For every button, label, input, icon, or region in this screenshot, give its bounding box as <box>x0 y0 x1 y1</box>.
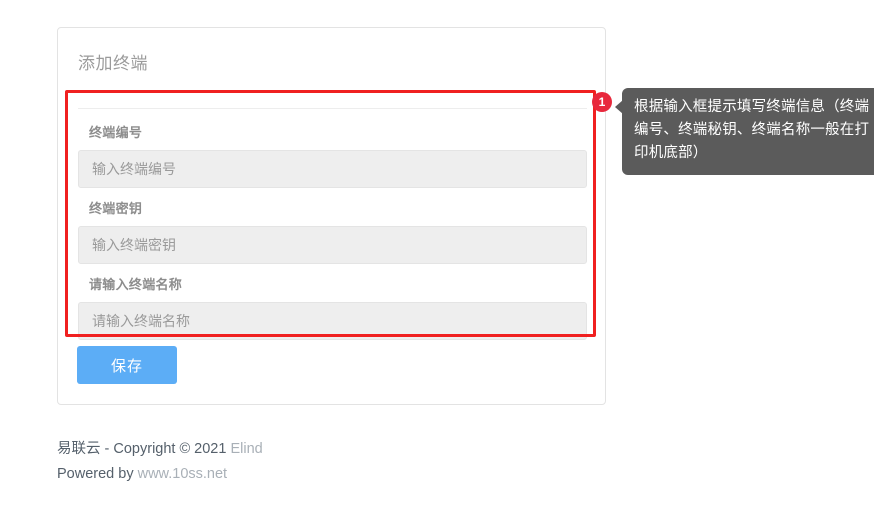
footer: 易联云 - Copyright © 2021 Elind Powered by … <box>57 437 263 487</box>
title-divider <box>78 108 587 109</box>
page-title: 添加终端 <box>78 54 148 73</box>
footer-powered-text: Powered by <box>57 466 138 482</box>
save-button[interactable]: 保存 <box>77 346 177 384</box>
footer-copyright-line: 易联云 - Copyright © 2021 Elind <box>57 437 263 462</box>
terminal-number-input[interactable] <box>78 150 587 188</box>
field-label-terminal-number: 终端编号 <box>89 125 143 140</box>
footer-copyright-text: 易联云 - Copyright © 2021 <box>57 441 231 457</box>
field-terminal-number: 终端编号 <box>78 116 587 188</box>
footer-site-link[interactable]: www.10ss.net <box>138 466 227 482</box>
terminal-key-input[interactable] <box>78 226 587 264</box>
annotation-tooltip: 根据输入框提示填写终端信息（终端编号、终端秘钥、终端名称一般在打印机底部） <box>615 88 874 175</box>
annotation-text: 根据输入框提示填写终端信息（终端编号、终端秘钥、终端名称一般在打印机底部） <box>634 99 870 161</box>
footer-brand-name: Elind <box>230 441 263 457</box>
field-terminal-key: 终端密钥 <box>78 192 587 264</box>
field-label-terminal-name: 请输入终端名称 <box>89 277 183 292</box>
annotation-badge-1: 1 <box>592 92 612 112</box>
field-terminal-name: 请输入终端名称 <box>78 268 587 340</box>
footer-powered-line: Powered by www.10ss.net <box>57 462 263 487</box>
add-terminal-form: 终端编号 终端密钥 请输入终端名称 <box>78 116 587 344</box>
terminal-name-input[interactable] <box>78 302 587 340</box>
tooltip-arrow-icon <box>615 100 623 114</box>
field-label-terminal-key: 终端密钥 <box>89 201 143 216</box>
